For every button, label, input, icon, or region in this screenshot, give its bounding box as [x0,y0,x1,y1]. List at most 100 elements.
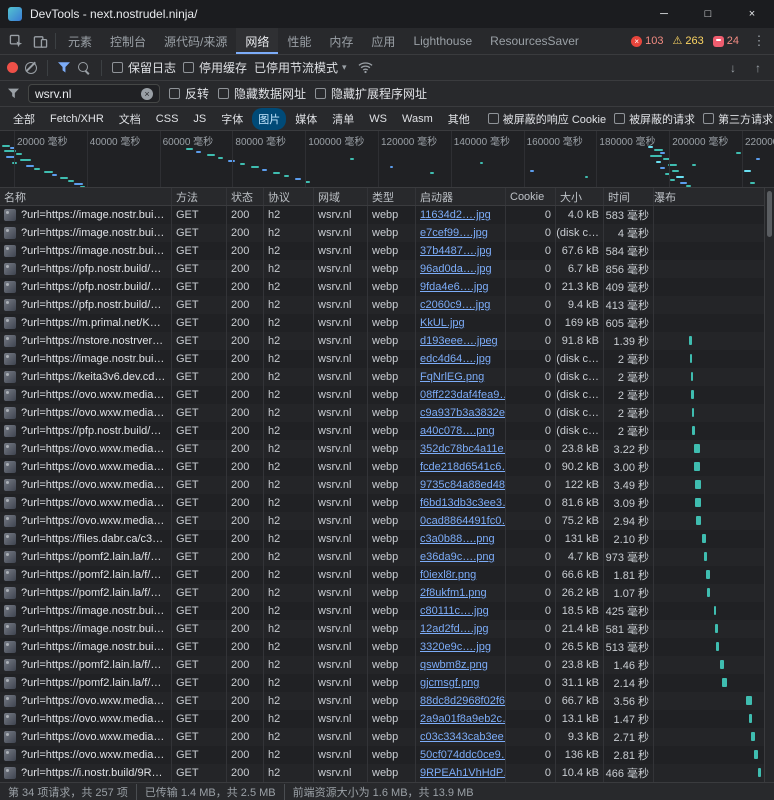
panel-tab[interactable]: 元素 [59,28,101,54]
inspect-element-icon[interactable] [4,28,28,54]
table-row[interactable]: ?url=https://pomf2.lain.la/f/… GET 200 h… [0,656,774,674]
panel-tab[interactable]: 源代码/来源 [155,28,236,54]
filter-toggle-icon[interactable] [58,62,70,74]
initiator-link[interactable]: f0iexl8r.png [416,566,506,584]
column-header[interactable]: 大小 [556,188,604,205]
initiator-link[interactable]: 9735c84a88ed48… [416,476,506,494]
table-row[interactable]: ?url=https://m.primal.net/K… GET 200 h2 … [0,314,774,332]
panel-tab[interactable]: 性能 [278,28,320,54]
blocked-filter-checkbox[interactable]: 被屏蔽的响应 Cookie [488,111,606,127]
column-header[interactable]: 状态 [227,188,264,205]
export-har-icon[interactable]: ↑ [749,61,767,75]
column-header[interactable]: 协议 [264,188,314,205]
initiator-link[interactable]: 352dc78bc4a11e… [416,440,506,458]
initiator-link[interactable]: 9fda4e6….jpg [416,278,506,296]
panel-tab[interactable]: ResourcesSaver [481,28,588,54]
initiator-link[interactable]: 08ff223daf4fea9… [416,386,506,404]
initiator-link[interactable]: 3320e9c….jpg [416,638,506,656]
table-row[interactable]: ?url=https://ovo.wxw.media… GET 200 h2 w… [0,476,774,494]
invert-filter-checkbox[interactable]: 反转 [169,85,209,102]
initiator-link[interactable]: d193eee….jpeg [416,332,506,350]
initiator-link[interactable]: c80111c….jpg [416,602,506,620]
column-header[interactable]: Cookie [506,188,556,205]
table-row[interactable]: ?url=https://ovo.wxw.media… GET 200 h2 w… [0,440,774,458]
blocked-filter-checkbox[interactable]: 被屏蔽的请求 [614,111,695,127]
preserve-log-checkbox[interactable]: 保留日志 [112,59,176,76]
table-row[interactable]: ?url=https://ovo.wxw.media… GET 200 h2 w… [0,746,774,764]
panel-tab[interactable]: 内存 [320,28,362,54]
initiator-link[interactable]: FqNrlEG.png [416,368,506,386]
panel-tab[interactable]: 应用 [362,28,404,54]
error-count-badge[interactable]: × 103 [631,35,663,47]
initiator-link[interactable]: 2f8ukfm1.png [416,584,506,602]
filter-text-input[interactable]: wsrv.nl × [28,84,160,103]
more-options-icon[interactable]: ⋮ [748,33,770,49]
hide-data-urls-checkbox[interactable]: 隐藏数据网址 [218,85,306,102]
blocked-filter-checkbox[interactable]: 第三方请求 [703,111,773,127]
network-conditions-icon[interactable] [354,60,378,75]
table-row[interactable]: ?url=https://ovo.wxw.media… GET 200 h2 w… [0,710,774,728]
table-row[interactable]: ?url=https://pfp.nostr.build/… GET 200 h… [0,422,774,440]
table-row[interactable]: ?url=https://nstore.nostrver… GET 200 h2… [0,332,774,350]
initiator-link[interactable]: c03c3343cab3ee… [416,728,506,746]
table-row[interactable]: ?url=https://ovo.wxw.media… GET 200 h2 w… [0,692,774,710]
table-row[interactable]: ?url=https://pfp.nostr.build/… GET 200 h… [0,260,774,278]
search-icon[interactable] [77,61,91,75]
column-header[interactable]: 类型 [368,188,416,205]
device-toolbar-icon[interactable] [28,28,52,54]
initiator-link[interactable]: edc4d64….jpg [416,350,506,368]
table-row[interactable]: ?url=https://image.nostr.bui… GET 200 h2… [0,620,774,638]
table-row[interactable]: ?url=https://pomf2.lain.la/f/… GET 200 h… [0,584,774,602]
table-row[interactable]: ?url=https://image.nostr.bui… GET 200 h2… [0,350,774,368]
type-filter-chip[interactable]: Wasm [396,110,439,128]
initiator-link[interactable]: 50cf074ddc0ce9… [416,746,506,764]
warning-count-badge[interactable]: ⚠ 263 [673,35,704,47]
table-row[interactable]: ?url=https://pomf2.lain.la/f/… GET 200 h… [0,548,774,566]
initiator-link[interactable]: gjcmsgf.png [416,674,506,692]
type-filter-chip[interactable]: 图片 [252,108,286,130]
type-filter-chip[interactable]: JS [187,110,212,128]
initiator-link[interactable]: c2060c9….jpg [416,296,506,314]
table-row[interactable]: ?url=https://pomf2.lain.la/f/… GET 200 h… [0,566,774,584]
initiator-link[interactable]: c9a937b3a3832e… [416,404,506,422]
type-filter-chip[interactable]: 清单 [326,108,360,130]
hide-extension-urls-checkbox[interactable]: 隐藏扩展程序网址 [315,85,427,102]
column-header[interactable]: 时间 [604,188,654,205]
column-header[interactable]: 方法 [172,188,227,205]
initiator-link[interactable]: e36da9c….png [416,548,506,566]
clear-network-log-icon[interactable] [25,62,37,74]
initiator-link[interactable]: c3a0b88….png [416,530,506,548]
table-row[interactable]: ?url=https://image.nostr.bui… GET 200 h2… [0,602,774,620]
initiator-link[interactable]: 37b4487….jpg [416,242,506,260]
vertical-scrollbar[interactable] [764,188,774,782]
import-har-icon[interactable]: ↓ [724,61,742,75]
initiator-link[interactable]: 9RPEAh1VhHdP… [416,764,506,782]
maximize-button[interactable]: □ [686,0,730,28]
initiator-link[interactable]: 12ad2fd….jpg [416,620,506,638]
initiator-link[interactable]: 2a9a01f8a9eb2c… [416,710,506,728]
table-row[interactable]: ?url=https://image.nostr.bui… GET 200 h2… [0,224,774,242]
table-row[interactable]: ?url=https://image.nostr.bui… GET 200 h2… [0,206,774,224]
clear-filter-icon[interactable]: × [141,88,153,100]
type-filter-chip[interactable]: 文档 [113,108,147,130]
issues-count-badge[interactable]: 24 [713,35,739,47]
table-row[interactable]: ?url=https://pomf2.lain.la/f/… GET 200 h… [0,674,774,692]
network-overview-timeline[interactable]: 20000 毫秒40000 毫秒60000 毫秒80000 毫秒100000 毫… [0,131,774,188]
throttling-select[interactable]: 已停用节流模式 ▾ [254,59,347,76]
column-header[interactable]: 启动器 [416,188,506,205]
type-filter-chip[interactable]: 字体 [215,108,249,130]
initiator-link[interactable]: 11634d2….jpg [416,206,506,224]
initiator-link[interactable]: 96ad0da….jpg [416,260,506,278]
table-row[interactable]: ?url=https://ovo.wxw.media… GET 200 h2 w… [0,458,774,476]
initiator-link[interactable]: a40c078….png [416,422,506,440]
initiator-link[interactable]: 88dc8d2968f02f6… [416,692,506,710]
panel-tab[interactable]: 网络 [236,28,278,54]
table-row[interactable]: ?url=https://image.nostr.bui… GET 200 h2… [0,242,774,260]
type-filter-chip[interactable]: CSS [150,110,185,128]
column-header[interactable]: 网域 [314,188,368,205]
initiator-link[interactable]: 0cad8864491fc0… [416,512,506,530]
disable-cache-checkbox[interactable]: 停用缓存 [183,59,247,76]
record-network-log-button[interactable] [7,62,18,73]
panel-tab[interactable]: 控制台 [101,28,155,54]
type-filter-chip[interactable]: 全部 [7,108,41,130]
